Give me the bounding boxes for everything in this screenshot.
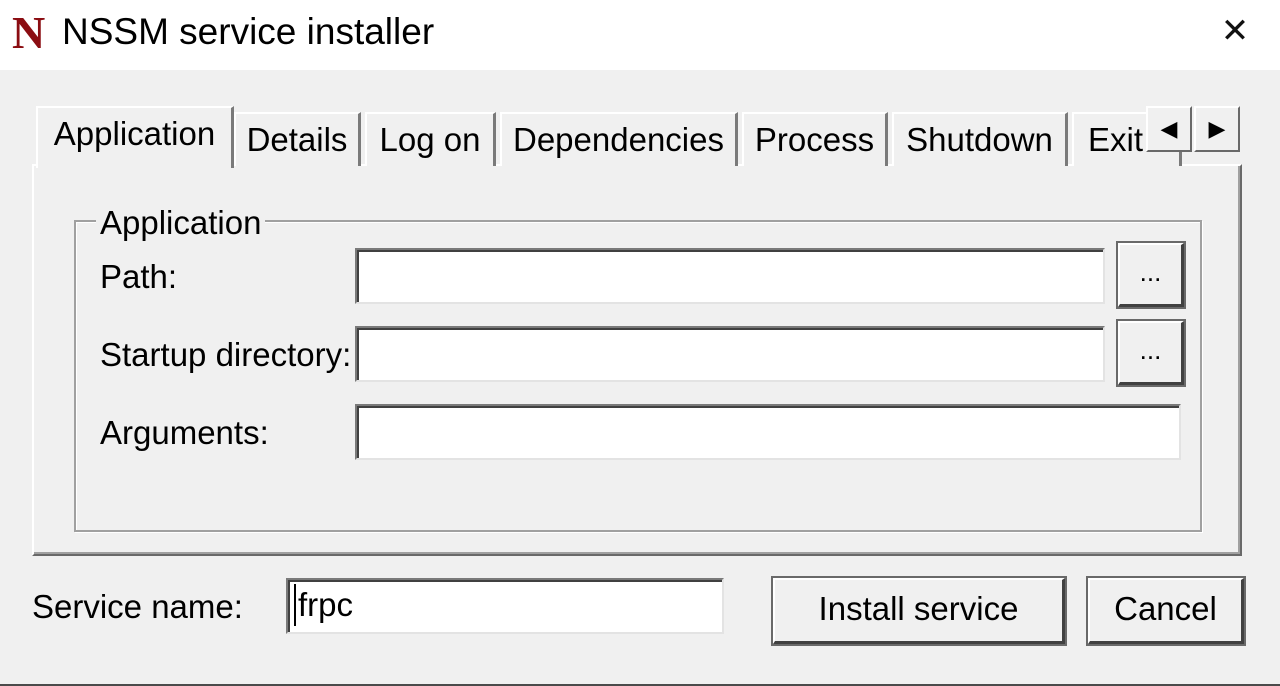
tab-application[interactable]: Application [36,106,234,168]
startup-directory-browse-button[interactable]: ... [1116,319,1186,387]
close-button[interactable]: ✕ [1208,10,1262,52]
tab-shutdown[interactable]: Shutdown [892,112,1068,166]
path-browse-button[interactable]: ... [1116,241,1186,309]
tab-process[interactable]: Process [742,112,888,166]
application-group-legend: Application [96,204,266,242]
service-name-input[interactable]: frpc [286,578,724,634]
path-input[interactable] [355,248,1105,304]
install-service-button[interactable]: Install service [771,576,1067,646]
tab-log-on[interactable]: Log on [365,112,496,166]
arguments-label: Arguments: [100,414,269,451]
arguments-input[interactable] [355,404,1181,460]
title-bar: N NSSM service installer ✕ [0,0,1280,70]
scroll-left-arrow-icon[interactable]: ◀ [1146,106,1192,152]
tab-details[interactable]: Details [234,112,361,166]
window-title: NSSM service installer [62,11,435,52]
startup-directory-label: Startup directory: [100,336,352,373]
tab-dependencies[interactable]: Dependencies [500,112,738,166]
path-label: Path: [100,258,178,295]
startup-directory-input[interactable] [355,326,1105,382]
scroll-right-arrow-icon[interactable]: ▶ [1194,106,1240,152]
nssm-logo-icon: N [12,7,46,58]
service-name-label: Service name: [32,588,243,625]
text-caret [294,584,296,626]
cancel-button[interactable]: Cancel [1086,576,1246,646]
tab-scroll-buttons: ◀ ▶ [1142,106,1242,156]
